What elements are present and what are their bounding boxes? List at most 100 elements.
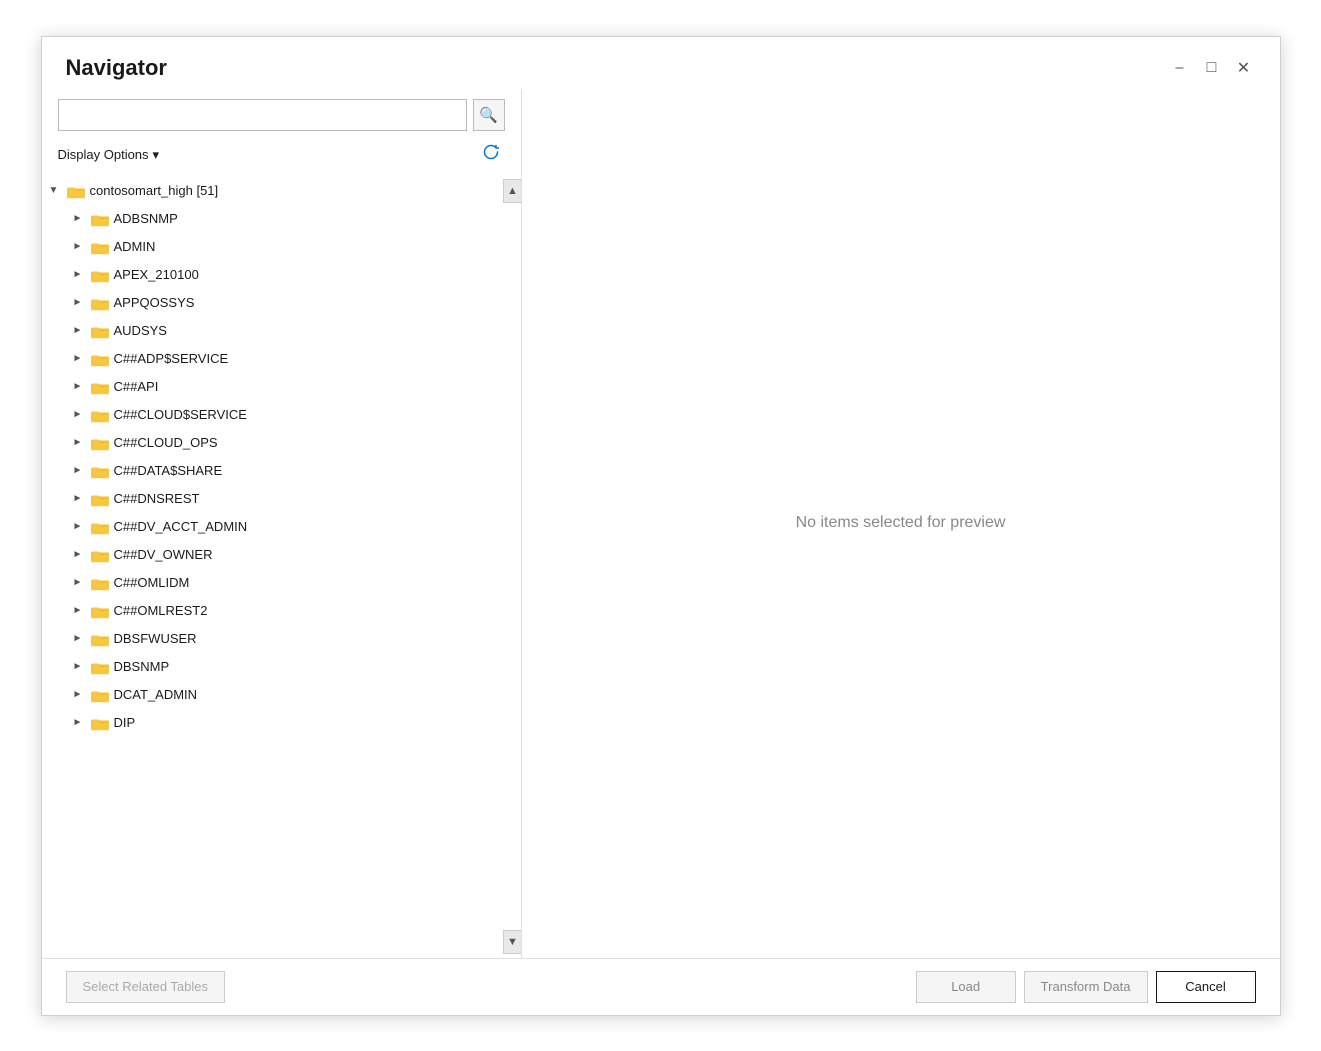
folder-icon — [91, 296, 109, 310]
tree-item[interactable]: ► DBSNMP — [42, 653, 501, 681]
expand-arrow[interactable]: ► — [70, 323, 86, 339]
folder-icon — [91, 520, 109, 534]
maximize-button[interactable]: □ — [1200, 56, 1224, 80]
dropdown-arrow-icon: ▾ — [153, 147, 160, 163]
preview-empty-message: No items selected for preview — [796, 514, 1006, 532]
tree-items-container: ► ADBSNMP ► ADMIN ► A — [42, 205, 501, 737]
tree-item[interactable]: ► ADBSNMP — [42, 205, 501, 233]
tree-root-item[interactable]: ▼ contosomart_high [51] — [42, 177, 501, 205]
tree-item[interactable]: ► ADMIN — [42, 233, 501, 261]
item-label: AUDSYS — [114, 323, 167, 338]
item-label: C##DV_OWNER — [114, 547, 213, 562]
folder-icon — [91, 492, 109, 506]
minimize-button[interactable]: ⎯ — [1168, 56, 1192, 80]
tree-item[interactable]: ► DBSFWUSER — [42, 625, 501, 653]
dialog-title: Navigator — [66, 55, 167, 81]
expand-arrow[interactable]: ► — [70, 547, 86, 563]
expand-arrow[interactable]: ► — [70, 295, 86, 311]
tree-list[interactable]: ▼ contosomart_high [51] ► — [42, 175, 501, 958]
folder-icon — [91, 240, 109, 254]
expand-arrow[interactable]: ► — [70, 715, 86, 731]
root-label: contosomart_high [51] — [90, 183, 219, 198]
tree-item[interactable]: ► C##DNSREST — [42, 485, 501, 513]
expand-arrow[interactable]: ► — [70, 239, 86, 255]
scroll-down-button[interactable]: ▼ — [503, 930, 521, 954]
expand-arrow[interactable]: ► — [70, 267, 86, 283]
tree-item[interactable]: ► C##DV_ACCT_ADMIN — [42, 513, 501, 541]
expand-arrow[interactable]: ► — [70, 603, 86, 619]
refresh-icon — [482, 143, 500, 166]
folder-icon — [91, 324, 109, 338]
display-options-button[interactable]: Display Options ▾ — [58, 147, 160, 163]
expand-arrow[interactable]: ► — [70, 631, 86, 647]
tree-item[interactable]: ► DCAT_ADMIN — [42, 681, 501, 709]
item-label: C##DATA$SHARE — [114, 463, 223, 478]
expand-arrow[interactable]: ► — [70, 435, 86, 451]
search-row: 🔍 — [42, 89, 521, 137]
folder-icon — [91, 380, 109, 394]
options-row: Display Options ▾ — [42, 137, 521, 175]
expand-arrow[interactable]: ► — [70, 211, 86, 227]
item-label: C##DNSREST — [114, 491, 200, 506]
close-button[interactable]: ✕ — [1232, 56, 1256, 80]
title-bar: Navigator ⎯ □ ✕ — [42, 37, 1280, 89]
item-label: DCAT_ADMIN — [114, 687, 198, 702]
item-label: APPQOSSYS — [114, 295, 195, 310]
tree-item[interactable]: ► APEX_210100 — [42, 261, 501, 289]
cancel-button[interactable]: Cancel — [1156, 971, 1256, 1003]
tree-item[interactable]: ► C##CLOUD$SERVICE — [42, 401, 501, 429]
tree-container: ▼ contosomart_high [51] ► — [42, 175, 521, 958]
tree-item[interactable]: ► C##ADP$SERVICE — [42, 345, 501, 373]
expand-arrow[interactable]: ► — [70, 519, 86, 535]
tree-item[interactable]: ► DIP — [42, 709, 501, 737]
folder-icon — [91, 408, 109, 422]
folder-icon — [91, 548, 109, 562]
item-label: C##ADP$SERVICE — [114, 351, 229, 366]
tree-item[interactable]: ► C##DATA$SHARE — [42, 457, 501, 485]
search-button[interactable]: 🔍 — [473, 99, 505, 131]
folder-icon — [91, 212, 109, 226]
expand-arrow[interactable]: ► — [70, 575, 86, 591]
folder-icon — [91, 688, 109, 702]
expand-arrow[interactable]: ► — [70, 491, 86, 507]
right-panel: No items selected for preview — [522, 89, 1280, 958]
expand-arrow[interactable]: ► — [70, 659, 86, 675]
folder-icon — [91, 716, 109, 730]
search-icon: 🔍 — [479, 106, 498, 124]
dialog-footer: Select Related Tables Load Transform Dat… — [42, 958, 1280, 1015]
expand-arrow[interactable]: ► — [70, 379, 86, 395]
root-folder-icon — [67, 184, 85, 198]
tree-item[interactable]: ► C##CLOUD_OPS — [42, 429, 501, 457]
tree-item[interactable]: ► C##OMLIDM — [42, 569, 501, 597]
tree-item[interactable]: ► C##OMLREST2 — [42, 597, 501, 625]
tree-item[interactable]: ► C##DV_OWNER — [42, 541, 501, 569]
expand-arrow[interactable]: ► — [70, 463, 86, 479]
footer-right: Load Transform Data Cancel — [916, 971, 1256, 1003]
item-label: DIP — [114, 715, 136, 730]
select-related-tables-button[interactable]: Select Related Tables — [66, 971, 226, 1003]
tree-item[interactable]: ► C##API — [42, 373, 501, 401]
expand-arrow[interactable]: ► — [70, 351, 86, 367]
search-input[interactable] — [58, 99, 467, 131]
item-label: C##CLOUD_OPS — [114, 435, 218, 450]
navigator-dialog: Navigator ⎯ □ ✕ 🔍 Display Options ▾ — [41, 36, 1281, 1016]
folder-icon — [91, 352, 109, 366]
root-collapse-arrow[interactable]: ▼ — [46, 183, 62, 199]
item-label: DBSFWUSER — [114, 631, 197, 646]
refresh-button[interactable] — [477, 141, 505, 169]
item-label: APEX_210100 — [114, 267, 199, 282]
load-button[interactable]: Load — [916, 971, 1016, 1003]
folder-icon — [91, 576, 109, 590]
expand-arrow[interactable]: ► — [70, 407, 86, 423]
folder-icon — [91, 436, 109, 450]
scroll-up-button[interactable]: ▲ — [503, 179, 521, 203]
item-label: C##OMLIDM — [114, 575, 190, 590]
tree-item[interactable]: ► AUDSYS — [42, 317, 501, 345]
item-label: C##OMLREST2 — [114, 603, 208, 618]
tree-item[interactable]: ► APPQOSSYS — [42, 289, 501, 317]
transform-data-button[interactable]: Transform Data — [1024, 971, 1148, 1003]
expand-arrow[interactable]: ► — [70, 687, 86, 703]
footer-left: Select Related Tables — [66, 971, 226, 1003]
folder-icon — [91, 464, 109, 478]
window-controls: ⎯ □ ✕ — [1168, 56, 1256, 80]
